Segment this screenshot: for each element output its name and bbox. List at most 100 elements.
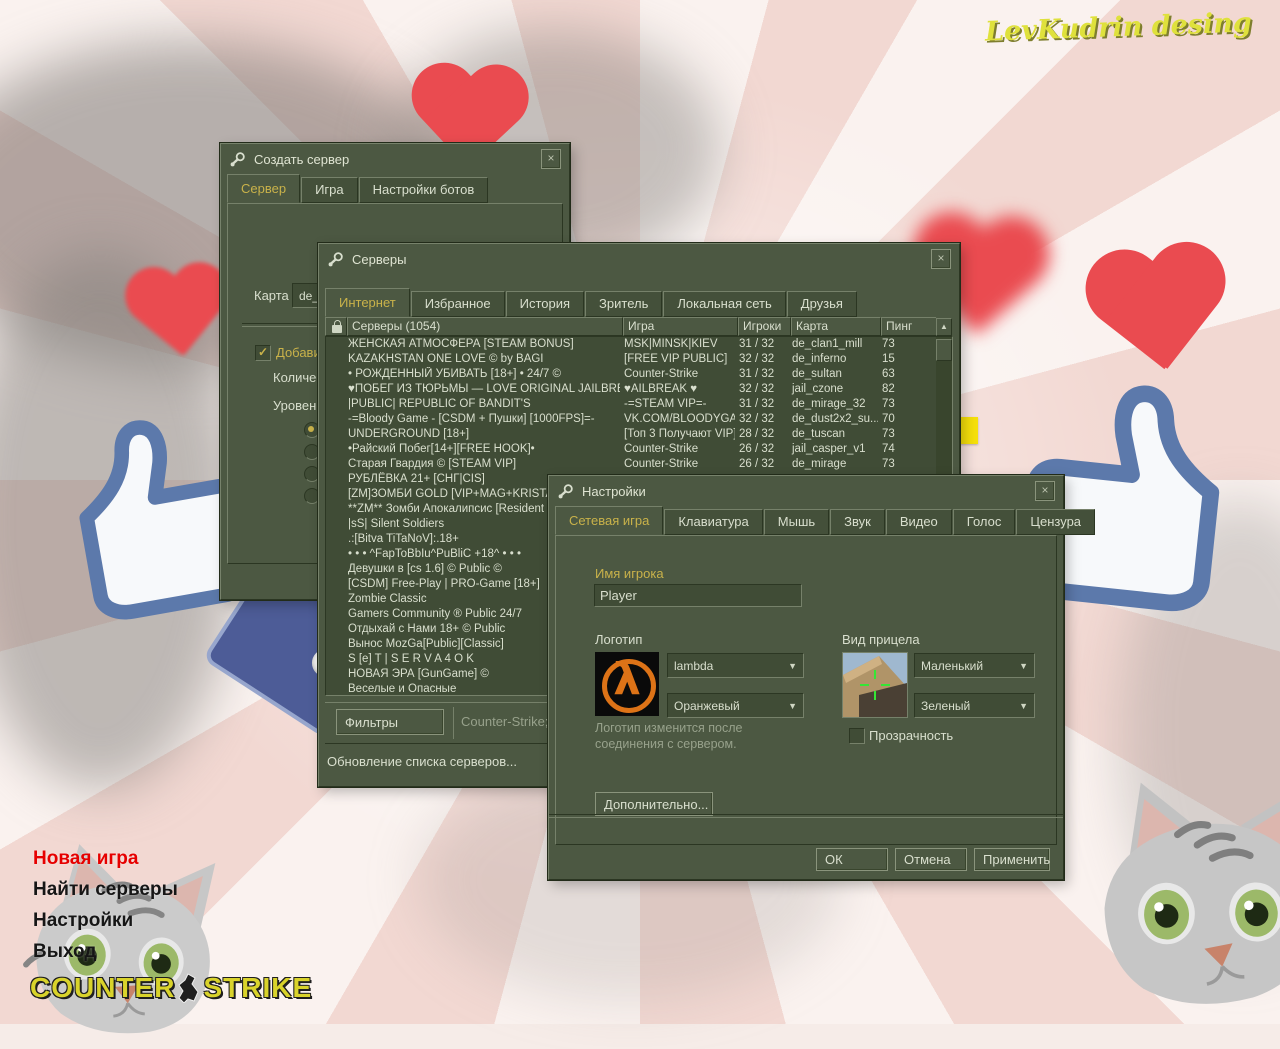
- table-row[interactable]: ♥ПОБЕГ ИЗ ТЮРЬМЫ — LOVE ORIGINAL JAILBRE…: [326, 382, 936, 397]
- server-name: |PUBLIC| REPUBLIC OF BANDIT'S: [344, 397, 620, 412]
- server-name: Старая Гвардия © [STEAM VIP]: [344, 457, 620, 472]
- map-label: Карта: [254, 288, 289, 303]
- window-title: Настройки: [582, 484, 646, 499]
- column-players[interactable]: Игроки: [738, 317, 791, 336]
- crosshair-label: Вид прицела: [842, 632, 920, 647]
- servers-tabs: Интернет Избранное История Зритель Локал…: [319, 288, 959, 317]
- ct-figure-icon: [178, 973, 200, 1003]
- server-ping: 73: [878, 427, 934, 442]
- tab-keyboard[interactable]: Клавиатура: [664, 509, 762, 535]
- server-map: de_clan1_mill: [788, 337, 878, 352]
- menu-item-find-servers[interactable]: Найти серверы: [33, 879, 178, 901]
- menu-item-quit[interactable]: Выход: [33, 941, 178, 963]
- table-row[interactable]: -=Bloody Game - [CSDM + Пушки] [1000FPS]…: [326, 412, 936, 427]
- scroll-up-icon[interactable]: ▲: [936, 318, 952, 336]
- server-players: 32 / 32: [735, 412, 788, 427]
- settings-window: Настройки × Сетевая игра Клавиатура Мышь…: [548, 475, 1064, 880]
- table-row[interactable]: KAZAKHSTAN ONE LOVE © by BAGI [FREE VIP …: [326, 352, 936, 367]
- tab-multiplayer[interactable]: Сетевая игра: [555, 506, 663, 535]
- column-lock[interactable]: [325, 317, 347, 336]
- transparency-checkbox[interactable]: [849, 728, 865, 744]
- server-ping: 73: [878, 397, 934, 412]
- crosshair-preview: [842, 652, 908, 718]
- table-row[interactable]: |PUBLIC| REPUBLIC OF BANDIT'S -=STEAM VI…: [326, 397, 936, 412]
- column-servers[interactable]: Серверы (1054): [347, 317, 623, 336]
- table-row[interactable]: •Райский Побег[14+][FREE HOOK]• Counter-…: [326, 442, 936, 457]
- tab-censure[interactable]: Цензура: [1016, 509, 1095, 535]
- cancel-button[interactable]: Отмена: [895, 848, 967, 871]
- tab-audio[interactable]: Звук: [830, 509, 885, 535]
- tab-video[interactable]: Видео: [886, 509, 952, 535]
- tab-mouse[interactable]: Мышь: [764, 509, 829, 535]
- crosshair-size-dropdown[interactable]: Маленький ▼: [914, 653, 1035, 678]
- server-table-header: Серверы (1054) Игра Игроки Карта Пинг: [325, 317, 953, 336]
- server-name: -=Bloody Game - [CSDM + Пушки] [1000FPS]…: [344, 412, 620, 427]
- window-title: Создать сервер: [254, 152, 349, 167]
- server-game: MSK|MINSK|KIEV: [620, 337, 735, 352]
- filters-value: Counter-Strike;: [461, 714, 548, 729]
- add-bots-checkbox[interactable]: ✓: [255, 345, 271, 361]
- tab-internet[interactable]: Интернет: [325, 288, 410, 317]
- scrollbar-thumb[interactable]: [936, 339, 952, 361]
- tab-friends[interactable]: Друзья: [787, 291, 857, 317]
- player-name-input[interactable]: [594, 584, 802, 607]
- server-map: de_mirage_32: [788, 397, 878, 412]
- table-row[interactable]: ЖЕНСКАЯ АТМОСФЕРА [STEAM BONUS] MSK|MINS…: [326, 337, 936, 352]
- filters-button[interactable]: Фильтры: [336, 709, 444, 735]
- close-icon[interactable]: ×: [1035, 481, 1055, 501]
- server-name: UNDERGROUND [18+]: [344, 427, 620, 442]
- tab-game[interactable]: Игра: [301, 177, 358, 203]
- server-map: de_mirage: [788, 457, 878, 472]
- menu-item-options[interactable]: Настройки: [33, 910, 178, 932]
- table-row[interactable]: Старая Гвардия © [STEAM VIP] Counter-Str…: [326, 457, 936, 472]
- tab-spectate[interactable]: Зритель: [585, 291, 662, 317]
- server-ping: 15: [878, 352, 934, 367]
- settings-titlebar[interactable]: Настройки ×: [549, 476, 1063, 506]
- logo-color-dropdown[interactable]: Оранжевый ▼: [667, 693, 804, 718]
- chevron-down-icon: ▼: [788, 661, 797, 671]
- logo-dropdown[interactable]: lambda ▼: [667, 653, 804, 678]
- crosshair-color-dropdown[interactable]: Зеленый ▼: [914, 693, 1035, 718]
- server-game: -=STEAM VIP=-: [620, 397, 735, 412]
- tab-lan[interactable]: Локальная сеть: [663, 291, 785, 317]
- tab-voice[interactable]: Голос: [953, 509, 1016, 535]
- table-row[interactable]: UNDERGROUND [18+] [Топ 3 Получают VIP] 2…: [326, 427, 936, 442]
- tab-history[interactable]: История: [506, 291, 584, 317]
- server-game: Counter-Strike: [620, 442, 735, 457]
- server-map: jail_czone: [788, 382, 878, 397]
- close-icon[interactable]: ×: [541, 149, 561, 169]
- column-game[interactable]: Игра: [623, 317, 738, 336]
- servers-titlebar[interactable]: Серверы ×: [319, 244, 959, 274]
- server-name: KAZAKHSTAN ONE LOVE © by BAGI: [344, 352, 620, 367]
- menu-item-new-game[interactable]: Новая игра: [33, 848, 178, 870]
- cat-illustration: [1058, 731, 1280, 1048]
- create-server-titlebar[interactable]: Создать сервер ×: [221, 144, 569, 174]
- table-row[interactable]: • РОЖДЕННЫЙ УБИВАТЬ [18+] • 24/7 © Count…: [326, 367, 936, 382]
- server-ping: 73: [878, 457, 934, 472]
- tab-server[interactable]: Сервер: [227, 174, 300, 203]
- tab-favorites[interactable]: Избранное: [411, 291, 505, 317]
- apply-button[interactable]: Применить: [974, 848, 1050, 871]
- server-ping: 74: [878, 442, 934, 457]
- server-map: jail_casper_v1: [788, 442, 878, 457]
- tab-bot-options[interactable]: Настройки ботов: [359, 177, 489, 203]
- chevron-down-icon: ▼: [788, 701, 797, 711]
- divider: [453, 707, 454, 739]
- player-name-label: Имя игрока: [595, 566, 664, 581]
- transparency-label: Прозрачность: [869, 728, 953, 743]
- column-map[interactable]: Карта: [791, 317, 881, 336]
- server-map: de_inferno: [788, 352, 878, 367]
- server-name: • РОЖДЕННЫЙ УБИВАТЬ [18+] • 24/7 ©: [344, 367, 620, 382]
- settings-tabs: Сетевая игра Клавиатура Мышь Звук Видео …: [549, 506, 1063, 535]
- ok-button[interactable]: ОК: [816, 848, 888, 871]
- column-ping[interactable]: Пинг: [881, 317, 937, 336]
- server-ping: 82: [878, 382, 934, 397]
- logo-word-strike: Strike: [203, 972, 312, 1004]
- close-icon[interactable]: ×: [931, 249, 951, 269]
- advanced-button[interactable]: Дополнительно...: [595, 792, 713, 816]
- bot-level-label: Уровень: [273, 398, 323, 413]
- server-game: VK.COM/BLOODYGAME: [620, 412, 735, 427]
- chevron-down-icon: ▼: [1019, 701, 1028, 711]
- server-game: ♥AILBREAK ♥: [620, 382, 735, 397]
- heart-icon: [1075, 241, 1240, 393]
